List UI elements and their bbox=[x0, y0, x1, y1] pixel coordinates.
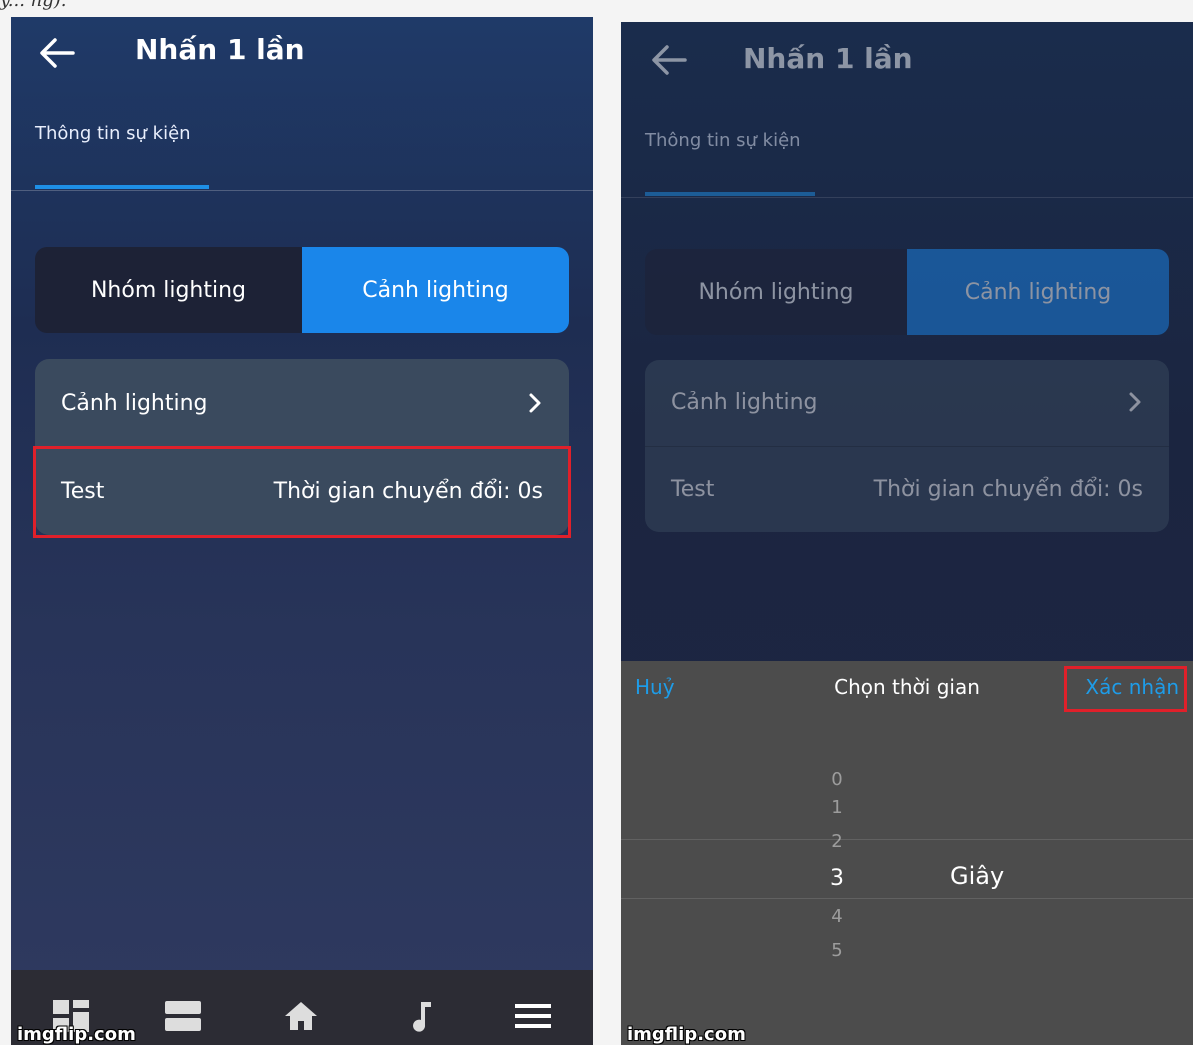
home-icon[interactable] bbox=[281, 998, 321, 1034]
picker-divider bbox=[621, 898, 1193, 899]
tab-divider bbox=[621, 197, 1193, 198]
scene-item-row[interactable]: Test Thời gian chuyển đổi: 0s bbox=[645, 446, 1169, 532]
row-label: Test bbox=[671, 477, 715, 502]
picker-option[interactable]: 1 bbox=[827, 797, 847, 818]
lighting-type-segment: Nhóm lighting Cảnh lighting bbox=[645, 249, 1169, 335]
transition-time-value: Thời gian chuyển đổi: 0s bbox=[873, 477, 1143, 502]
phone-screen-left: Nhấn 1 lần Thông tin sự kiện Nhóm lighti… bbox=[11, 17, 593, 1045]
tab-event-info[interactable]: Thông tin sự kiện bbox=[645, 130, 801, 151]
tab-indicator bbox=[645, 192, 815, 196]
tab-divider bbox=[11, 190, 593, 191]
list-icon[interactable] bbox=[163, 998, 203, 1034]
caption-fragment: y... ng). bbox=[0, 0, 67, 11]
segment-lighting-scene[interactable]: Cảnh lighting bbox=[907, 249, 1169, 335]
phone-screen-right: Nhấn 1 lần Thông tin sự kiện Nhóm lighti… bbox=[621, 22, 1193, 1045]
music-icon[interactable] bbox=[401, 998, 441, 1034]
picker-option[interactable]: 2 bbox=[827, 831, 847, 852]
scene-select-row[interactable]: Cảnh lighting bbox=[35, 359, 569, 447]
picker-option[interactable]: 0 bbox=[827, 769, 847, 790]
page-title: Nhấn 1 lần bbox=[135, 33, 305, 66]
picker-option-selected[interactable]: 3 bbox=[827, 866, 847, 891]
row-label: Cảnh lighting bbox=[61, 390, 208, 416]
tab-event-info[interactable]: Thông tin sự kiện bbox=[35, 123, 191, 144]
menu-icon[interactable] bbox=[513, 998, 553, 1034]
lighting-type-segment: Nhóm lighting Cảnh lighting bbox=[35, 247, 569, 333]
picker-unit-label: Giây bbox=[950, 862, 1005, 890]
picker-option[interactable]: 4 bbox=[827, 906, 847, 927]
back-arrow-icon[interactable] bbox=[39, 37, 75, 69]
page-title: Nhấn 1 lần bbox=[743, 42, 913, 75]
chevron-right-icon bbox=[1129, 392, 1141, 412]
row-label: Cảnh lighting bbox=[671, 389, 818, 415]
app-bar: Nhấn 1 lần bbox=[11, 17, 593, 89]
chevron-right-icon bbox=[529, 393, 541, 413]
picker-divider bbox=[621, 839, 1193, 840]
scene-select-row[interactable]: Cảnh lighting bbox=[645, 360, 1169, 444]
segment-lighting-group[interactable]: Nhóm lighting bbox=[645, 249, 907, 335]
segment-lighting-group[interactable]: Nhóm lighting bbox=[35, 247, 302, 333]
time-picker-sheet: Huỷ Chọn thời gian Xác nhận 0 1 2 3 4 5 … bbox=[621, 661, 1193, 1045]
back-arrow-icon[interactable] bbox=[651, 44, 687, 76]
picker-option[interactable]: 5 bbox=[827, 940, 847, 961]
highlight-box bbox=[1064, 666, 1187, 712]
highlight-box bbox=[33, 446, 571, 538]
watermark: imgflip.com bbox=[17, 1024, 136, 1045]
segment-lighting-scene[interactable]: Cảnh lighting bbox=[302, 247, 569, 333]
app-bar: Nhấn 1 lần bbox=[621, 22, 1193, 94]
tab-indicator bbox=[35, 185, 209, 189]
watermark: imgflip.com bbox=[627, 1024, 746, 1045]
settings-card: Cảnh lighting Test Thời gian chuyển đổi:… bbox=[645, 360, 1169, 532]
